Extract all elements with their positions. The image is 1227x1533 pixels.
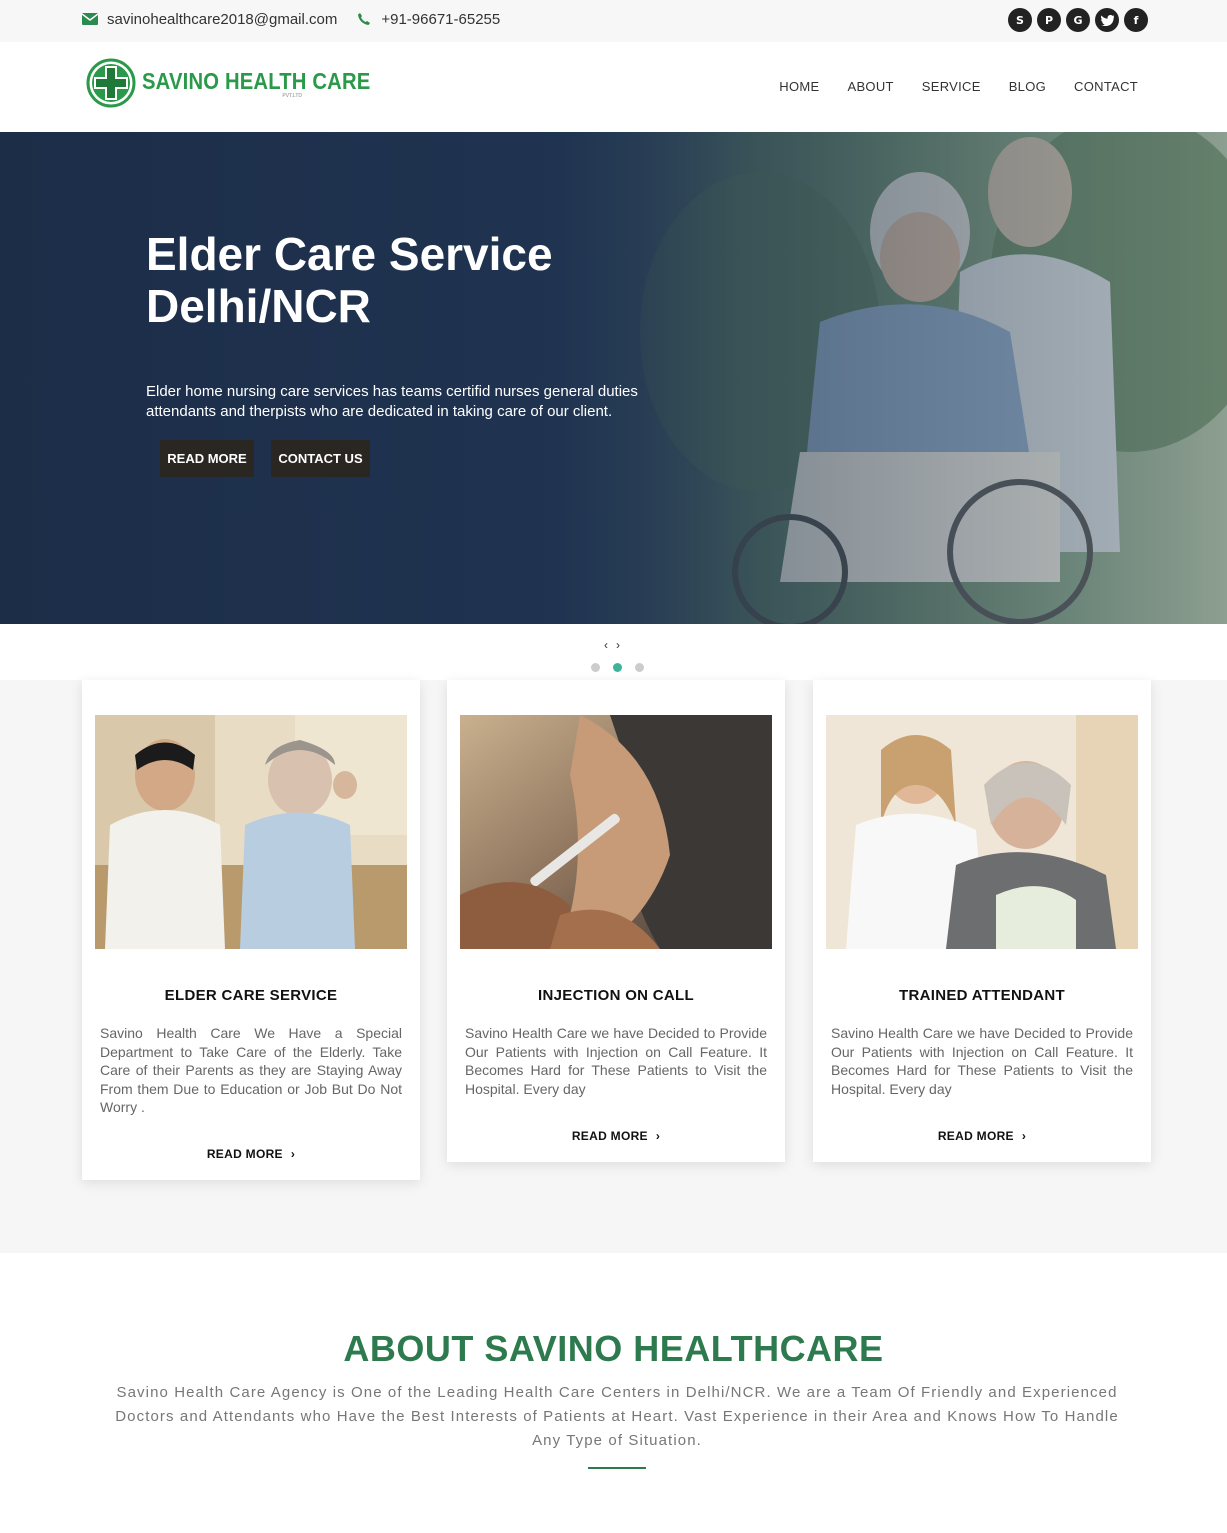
- service-description: Savino Health Care We Have a Special Dep…: [100, 1025, 402, 1115]
- nav-home[interactable]: HOME: [779, 79, 819, 94]
- chevron-right-icon: ›: [655, 1129, 661, 1143]
- read-more-label: READ MORE: [206, 1147, 283, 1161]
- service-description: Savino Health Care we have Decided to Pr…: [465, 1025, 767, 1097]
- hero-read-more-button[interactable]: READ MORE: [160, 440, 254, 477]
- hero-contact-us-button[interactable]: CONTACT US: [271, 440, 370, 477]
- contact-info: savinohealthcare2018@gmail.com +91-96671…: [81, 10, 500, 28]
- service-card-elder-care: ELDER CARE SERVICE Savino Health Care We…: [82, 680, 420, 1180]
- phone-icon: [355, 10, 373, 28]
- services-section: ELDER CARE SERVICE Savino Health Care We…: [0, 680, 1227, 1253]
- logo-name: SAVINO HEALTH CARE: [142, 67, 371, 94]
- slider-prev-icon[interactable]: ‹: [604, 638, 608, 652]
- site-header: SAVINO HEALTH CARE PVT.LTD HOME ABOUT SE…: [0, 42, 1227, 132]
- nav-contact[interactable]: CONTACT: [1074, 79, 1138, 94]
- about-text: Savino Health Care Agency is One of the …: [115, 1384, 1119, 1449]
- service-read-more-link[interactable]: READ MORE ›: [447, 1129, 785, 1143]
- medical-cross-logo-icon: [86, 58, 136, 108]
- service-title: ELDER CARE SERVICE: [164, 987, 338, 1004]
- twitter-icon[interactable]: [1095, 8, 1119, 32]
- service-description: Savino Health Care we have Decided to Pr…: [831, 1025, 1133, 1097]
- email-link[interactable]: savinohealthcare2018@gmail.com: [107, 11, 337, 28]
- envelope-icon: [81, 10, 99, 28]
- hero-slider: Elder Care Service Delhi/NCR Elder home …: [0, 132, 1227, 624]
- top-bar: savinohealthcare2018@gmail.com +91-96671…: [0, 0, 1227, 42]
- google-plus-icon[interactable]: G: [1066, 8, 1090, 32]
- service-read-more-link[interactable]: READ MORE ›: [82, 1147, 420, 1161]
- slider-dots: [591, 663, 644, 672]
- phone-link[interactable]: +91-96671-65255: [381, 11, 500, 28]
- elder-care-image: [95, 715, 407, 949]
- slider-next-icon[interactable]: ›: [616, 638, 620, 652]
- hero-background-image: [0, 132, 1227, 624]
- hero-title: Elder Care Service Delhi/NCR: [146, 228, 553, 332]
- service-title: TRAINED ATTENDANT: [899, 987, 1065, 1004]
- trained-attendant-image: [826, 715, 1138, 949]
- slider-dot-3[interactable]: [635, 663, 644, 672]
- hero-text: Elder home nursing care services has tea…: [146, 383, 638, 420]
- service-read-more-link[interactable]: READ MORE ›: [813, 1129, 1151, 1143]
- chevron-right-icon: ›: [1021, 1129, 1027, 1143]
- pinterest-icon[interactable]: P: [1037, 8, 1061, 32]
- nav-service[interactable]: SERVICE: [922, 79, 981, 94]
- about-title: ABOUT SAVINO HEALTHCARE: [343, 1328, 884, 1369]
- slider-arrows: ‹ ›: [604, 638, 620, 652]
- service-card-injection: INJECTION ON CALL Savino Health Care we …: [447, 680, 785, 1162]
- facebook-icon[interactable]: f: [1124, 8, 1148, 32]
- nav-blog[interactable]: BLOG: [1009, 79, 1046, 94]
- divider: [588, 1467, 646, 1469]
- chevron-right-icon: ›: [290, 1147, 296, 1161]
- slider-dot-2[interactable]: [613, 663, 622, 672]
- nav-about[interactable]: ABOUT: [847, 79, 893, 94]
- read-more-label: READ MORE: [937, 1129, 1014, 1143]
- read-more-label: READ MORE: [571, 1129, 648, 1143]
- service-card-trained-attendant: TRAINED ATTENDANT Savino Health Care we …: [813, 680, 1151, 1162]
- logo[interactable]: SAVINO HEALTH CARE PVT.LTD: [86, 58, 402, 108]
- slider-dot-1[interactable]: [591, 663, 600, 672]
- social-links: S P G f: [1008, 8, 1148, 32]
- injection-image: [460, 715, 772, 949]
- main-nav: HOME ABOUT SERVICE BLOG CONTACT: [779, 79, 1138, 94]
- service-title: INJECTION ON CALL: [538, 987, 694, 1004]
- skype-icon[interactable]: S: [1008, 8, 1032, 32]
